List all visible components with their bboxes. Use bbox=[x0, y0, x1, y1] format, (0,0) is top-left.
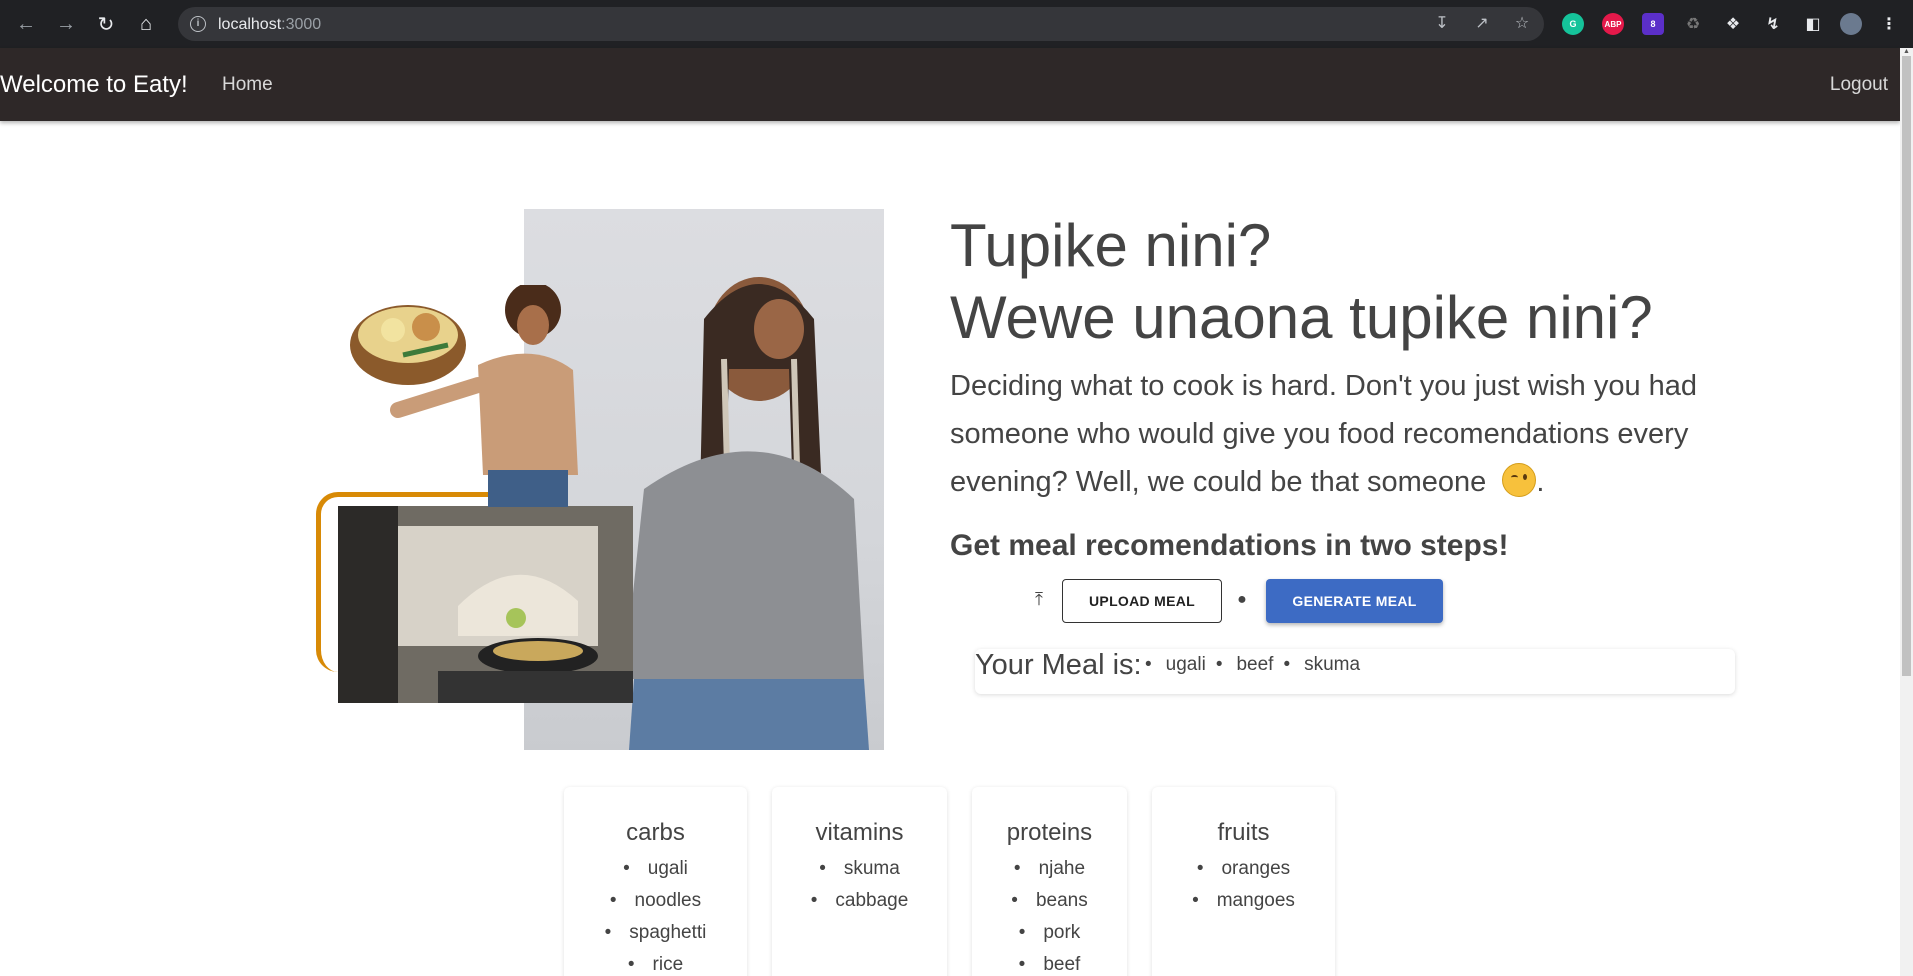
happy-woman-with-food-image bbox=[348, 285, 578, 507]
cooking-image bbox=[338, 506, 633, 703]
hero-title: Tupike nini? Wewe unaona tupike nini? bbox=[950, 210, 1653, 354]
list-item: ugali bbox=[564, 853, 747, 885]
list-item: pork bbox=[972, 917, 1127, 949]
list-item: noodles bbox=[564, 885, 747, 917]
forward-arrow-icon[interactable]: → bbox=[54, 12, 78, 36]
back-arrow-icon[interactable]: ← bbox=[14, 12, 38, 36]
lightning-extension-icon[interactable]: ↯ bbox=[1762, 13, 1784, 35]
address-bar[interactable]: i localhost:3000 ↧ ↗ ☆ bbox=[178, 7, 1544, 41]
category-card-fruits: fruits oranges mangoes bbox=[1152, 787, 1335, 976]
app-navbar: Welcome to Eaty! Home Logout bbox=[0, 48, 1900, 121]
category-list: njahe beans pork beef bbox=[972, 853, 1127, 976]
upload-icon: ⤒ bbox=[1035, 589, 1043, 609]
browser-menu-icon[interactable]: ⋮ bbox=[1878, 13, 1900, 35]
winking-face-icon bbox=[1502, 463, 1537, 497]
scroll-up-arrow-icon[interactable]: ▲ bbox=[1903, 48, 1910, 55]
bookmark-star-icon[interactable]: ☆ bbox=[1513, 15, 1531, 33]
list-item: mangoes bbox=[1152, 885, 1335, 917]
meal-result-card: Your Meal is: ugali beef skuma bbox=[975, 649, 1735, 694]
hero-description-end: . bbox=[1536, 466, 1545, 498]
side-panel-icon[interactable]: ◧ bbox=[1802, 13, 1824, 35]
category-title: vitamins bbox=[815, 819, 904, 846]
list-item: cabbage bbox=[772, 885, 947, 917]
meal-item: skuma bbox=[1283, 654, 1360, 676]
hero-description-text: Deciding what to cook is hard. Don't you… bbox=[950, 370, 1698, 498]
scrollbar-thumb[interactable] bbox=[1902, 56, 1911, 676]
category-card-vitamins: vitamins skuma cabbage bbox=[772, 787, 947, 976]
hero-title-line2: Wewe unaona tupike nini? bbox=[950, 284, 1653, 351]
category-list: skuma cabbage bbox=[772, 853, 947, 917]
category-title: carbs bbox=[626, 819, 685, 846]
list-item: oranges bbox=[1152, 853, 1335, 885]
browser-toolbar: ← → ↻ ⌂ i localhost:3000 ↧ ↗ ☆ G ABP 8 ♻… bbox=[0, 0, 1913, 48]
list-item: skuma bbox=[772, 853, 947, 885]
meal-item: beef bbox=[1216, 654, 1273, 676]
generate-meal-button[interactable]: GENERATE MEAL bbox=[1266, 579, 1443, 623]
adblock-extension-icon[interactable]: ABP bbox=[1602, 13, 1624, 35]
page-scrollbar[interactable]: ▲ bbox=[1900, 48, 1913, 976]
meal-result-label: Your Meal is: bbox=[975, 649, 1142, 681]
brand-title[interactable]: Welcome to Eaty! bbox=[0, 71, 188, 99]
meal-item: ugali bbox=[1145, 654, 1206, 676]
list-item: beans bbox=[972, 885, 1127, 917]
category-title: fruits bbox=[1217, 819, 1270, 846]
upload-meal-button[interactable]: UPLOAD MEAL bbox=[1062, 579, 1222, 623]
category-card-carbs: carbs ugali noodles spaghetti rice bbox=[564, 787, 747, 976]
install-icon[interactable]: ↧ bbox=[1433, 15, 1451, 33]
home-icon[interactable]: ⌂ bbox=[134, 12, 158, 36]
reload-icon[interactable]: ↻ bbox=[94, 12, 118, 36]
list-item: rice bbox=[564, 949, 747, 976]
list-item: spaghetti bbox=[564, 917, 747, 949]
category-card-proteins: proteins njahe beans pork beef bbox=[972, 787, 1127, 976]
home-link[interactable]: Home bbox=[222, 74, 273, 96]
site-info-icon[interactable]: i bbox=[190, 16, 206, 32]
grammarly-extension-icon[interactable]: G bbox=[1562, 13, 1584, 35]
url-text: localhost:3000 bbox=[218, 16, 322, 33]
list-item: beef bbox=[972, 949, 1127, 976]
puzzle-extensions-icon[interactable]: ❖ bbox=[1722, 13, 1744, 35]
logout-link[interactable]: Logout bbox=[1830, 74, 1888, 96]
hero-description: Deciding what to cook is hard. Don't you… bbox=[950, 362, 1730, 506]
profile-avatar-icon[interactable] bbox=[1840, 13, 1862, 35]
category-title: proteins bbox=[1006, 819, 1093, 846]
category-list: oranges mangoes bbox=[1152, 853, 1335, 917]
list-item: njahe bbox=[972, 853, 1127, 885]
extension-badge-icon[interactable]: 8 bbox=[1642, 13, 1664, 35]
category-list: ugali noodles spaghetti rice bbox=[564, 853, 747, 976]
steps-heading: Get meal recomendations in two steps! bbox=[950, 529, 1509, 562]
meal-result-list: ugali beef skuma bbox=[1145, 654, 1370, 676]
hero-title-line1: Tupike nini? bbox=[950, 212, 1272, 279]
recycle-extension-icon[interactable]: ♻ bbox=[1682, 13, 1704, 35]
share-icon[interactable]: ↗ bbox=[1473, 15, 1491, 33]
meal-bowl-icon: ● bbox=[1237, 591, 1247, 608]
